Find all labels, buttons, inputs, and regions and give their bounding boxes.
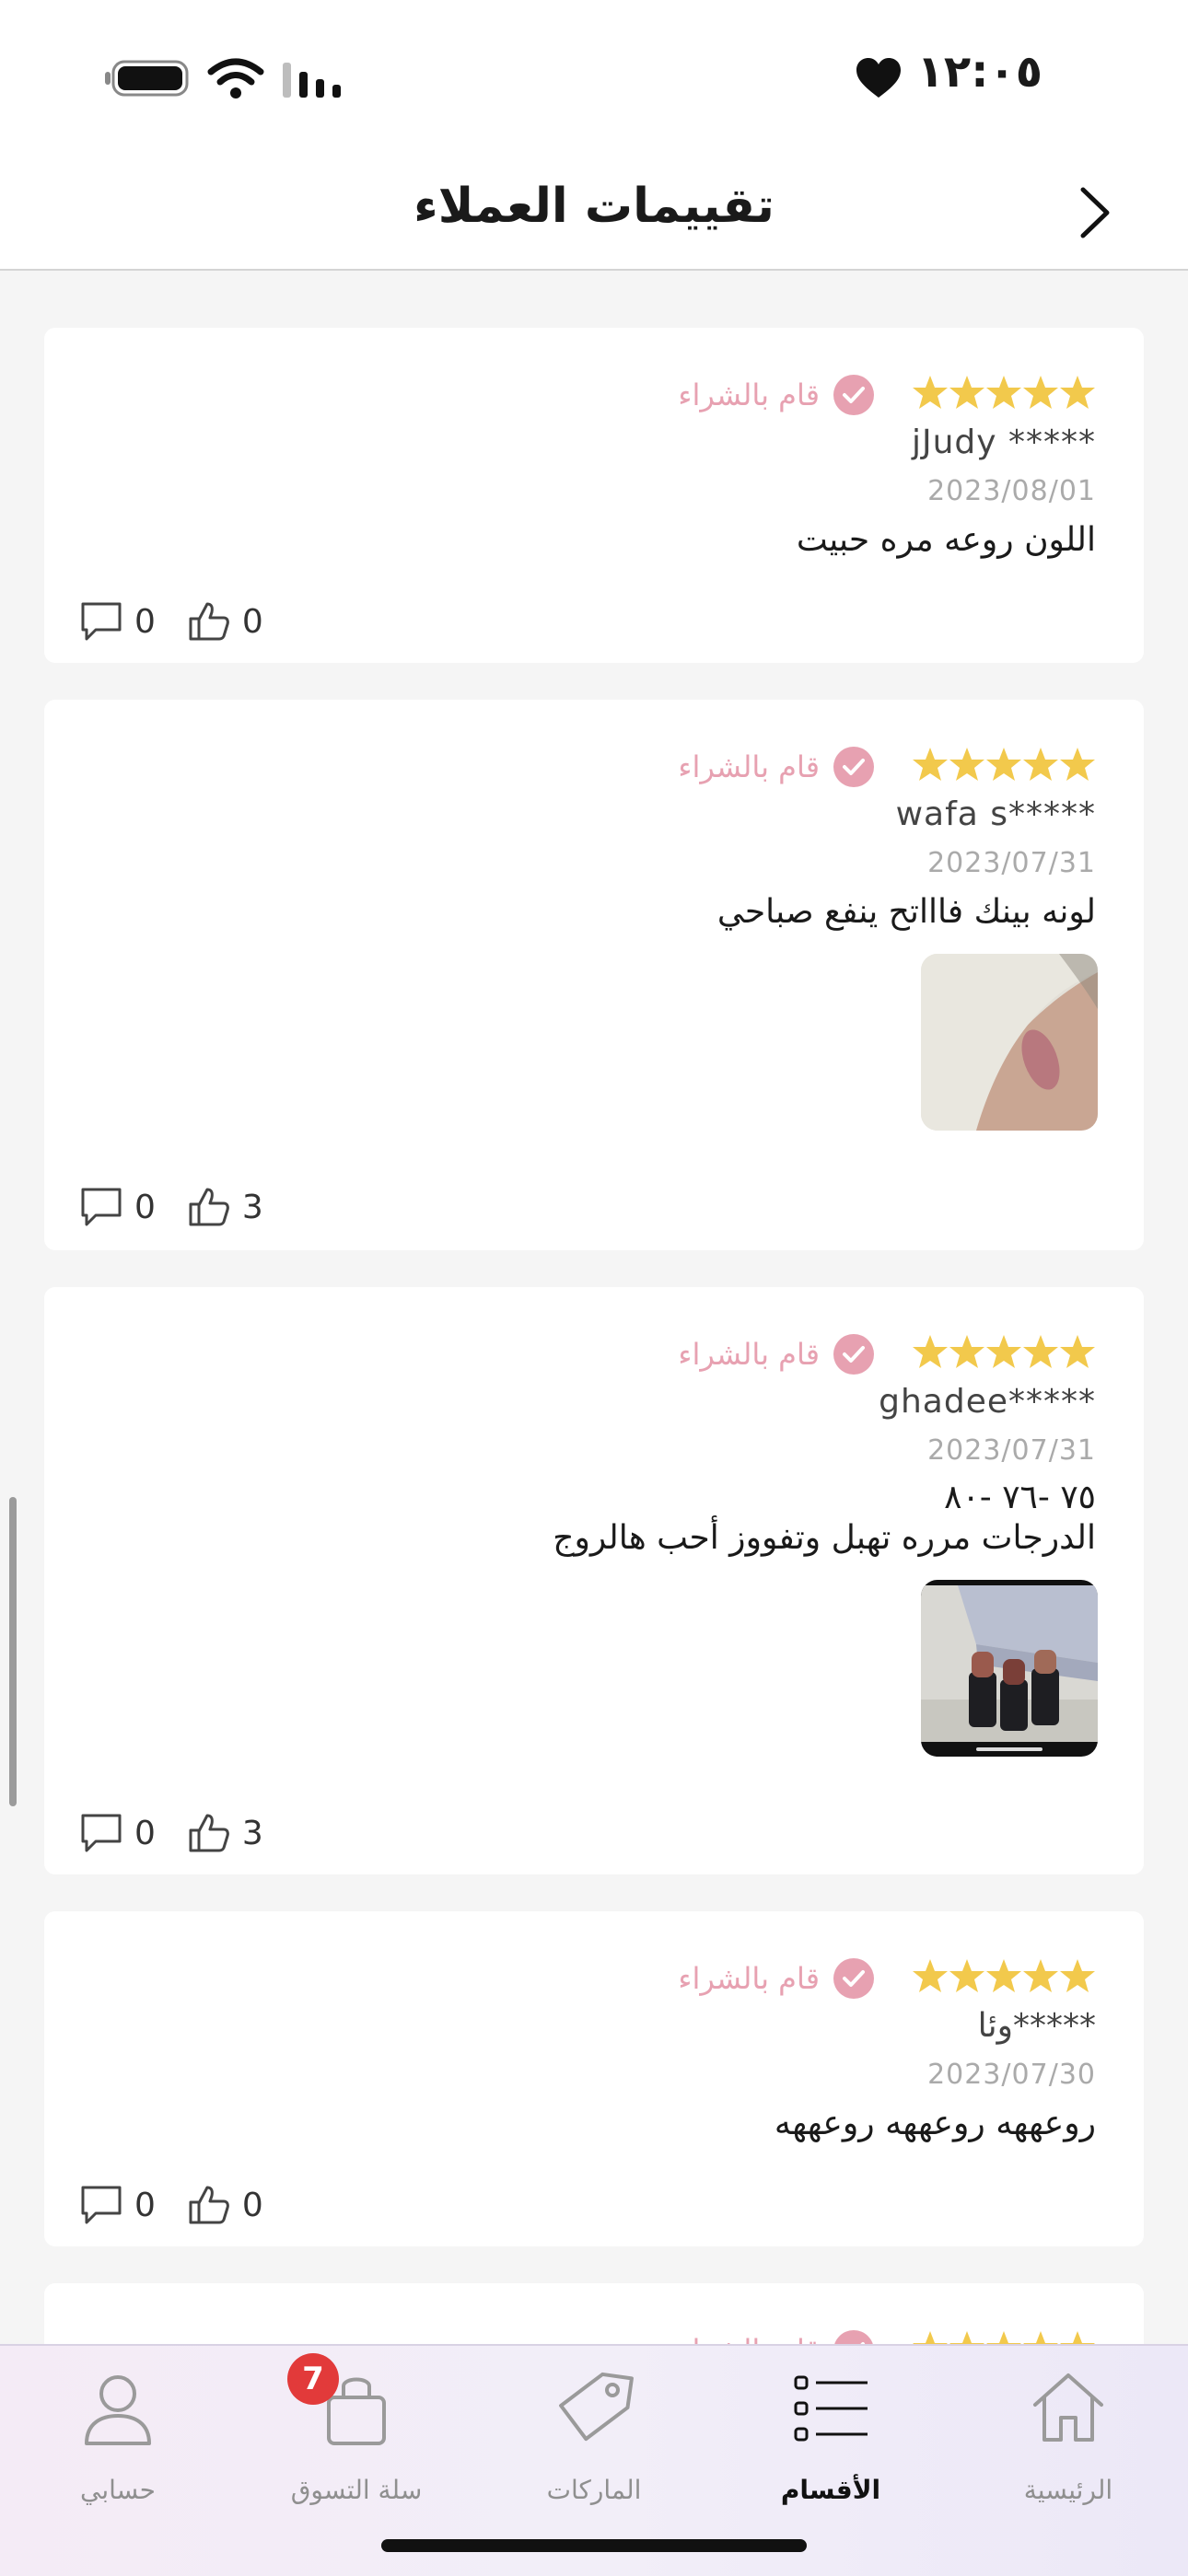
review-actions: 0 0: [79, 2182, 295, 2228]
comments-button[interactable]: 0: [79, 1186, 156, 1228]
review-card: قام بالشراء وئا***** 2023/07/30 روعههه ر…: [44, 1911, 1144, 2246]
review-text-line-1: ٧٥ -٧٦ -٨٠: [944, 1479, 1096, 1516]
review-photo[interactable]: [921, 1580, 1098, 1757]
arm-swatch-image: [921, 954, 1098, 1131]
user-icon: [85, 2375, 151, 2445]
tab-categories-label: الأقسام: [780, 2475, 881, 2505]
review-text: لونه بينك فاااتح ينفع صباحي: [716, 893, 1096, 931]
verified-label: قام بالشراء: [678, 1337, 820, 1372]
check-circle-icon: [833, 747, 874, 787]
comment-icon: [81, 2186, 122, 2224]
verified-purchase-badge: قام بالشراء: [678, 744, 875, 790]
reviewer-name: wafa s*****: [895, 795, 1096, 833]
battery-icon: [105, 60, 189, 97]
tab-categories[interactable]: الأقسام: [739, 2346, 923, 2530]
review-text-line-2: الدرجات مرره تهبل وتفووز أحب هالروج: [553, 1519, 1096, 1557]
reviewer-name: ghadee*****: [879, 1383, 1096, 1421]
tab-brands[interactable]: الماركات: [502, 2346, 686, 2530]
check-circle-icon: [833, 375, 874, 415]
tab-account-label: حسابي: [80, 2475, 156, 2505]
verified-purchase-badge: قام بالشراء: [678, 1955, 875, 2002]
verified-label: قام بالشراء: [678, 1961, 820, 1996]
review-card: قام بالشراء jJudy ***** 2023/08/01 اللون…: [44, 328, 1144, 663]
reviewer-name: jJudy *****: [911, 424, 1096, 461]
comments-button[interactable]: 0: [79, 600, 156, 643]
thumbs-up-icon: [189, 1188, 229, 1226]
tab-account[interactable]: حسابي: [26, 2346, 210, 2530]
tab-home-label: الرئيسية: [1023, 2475, 1113, 2505]
lipsticks-image: [921, 1580, 1098, 1757]
thumbs-up-icon: [189, 1814, 229, 1852]
review-text: اللون روعه مره حبيت: [796, 521, 1096, 559]
review-date: 2023/08/01: [927, 475, 1096, 507]
like-button[interactable]: 0: [187, 2184, 263, 2226]
review-actions: 0 0: [79, 598, 295, 644]
review-card: قام بالشراء ghadee***** 2023/07/31 ٧٥ -٧…: [44, 1287, 1144, 1874]
tab-cart-label: سلة التسوق: [290, 2475, 423, 2505]
status-bar: ١٢:٠٥: [0, 0, 1188, 157]
categories-icon: [794, 2375, 868, 2442]
page-title: تقييمات العملاء: [413, 179, 775, 234]
review-date: 2023/07/31: [927, 1434, 1096, 1467]
home-indicator[interactable]: [381, 2539, 807, 2552]
like-button[interactable]: 3: [187, 1186, 263, 1228]
verified-label: قام بالشراء: [678, 377, 820, 412]
verified-label: قام بالشراء: [678, 749, 820, 784]
scroll-indicator[interactable]: [9, 1497, 17, 1806]
thumbs-up-icon: [189, 602, 229, 641]
heart-icon: [856, 58, 901, 98]
verified-purchase-badge: قام بالشراء: [678, 1331, 875, 1377]
thumbs-up-icon: [189, 2186, 229, 2224]
reviewer-name: وئا*****: [977, 2007, 1096, 2045]
page-header: تقييمات العملاء: [0, 157, 1188, 271]
review-photo[interactable]: [921, 954, 1098, 1131]
review-date: 2023/07/31: [927, 847, 1096, 879]
like-button[interactable]: 3: [187, 1812, 263, 1854]
home-icon: [1033, 2373, 1103, 2442]
verified-purchase-badge: قام بالشراء: [678, 372, 875, 418]
cart-count-badge: 7: [287, 2353, 339, 2405]
comments-count: 0: [134, 1814, 156, 1852]
tag-icon: [559, 2372, 634, 2442]
review-actions: 0 3: [79, 1184, 295, 1230]
likes-count: 0: [241, 2186, 263, 2224]
tab-home[interactable]: الرئيسية: [976, 2346, 1160, 2530]
like-button[interactable]: 0: [187, 600, 263, 643]
signal-icon: [283, 63, 341, 98]
review-date: 2023/07/30: [927, 2059, 1096, 2091]
check-circle-icon: [833, 1334, 874, 1375]
star-rating: [913, 1959, 1095, 1992]
star-rating: [913, 748, 1095, 781]
status-time: ١٢:٠٥: [916, 46, 1042, 98]
comments-button[interactable]: 0: [79, 2184, 156, 2226]
star-rating: [913, 376, 1095, 409]
review-card: قام بالشراء wafa s***** 2023/07/31 لونه …: [44, 700, 1144, 1250]
comments-count: 0: [134, 2186, 156, 2224]
tab-brands-label: الماركات: [546, 2475, 642, 2505]
review-actions: 0 3: [79, 1810, 295, 1856]
comments-count: 0: [134, 1188, 156, 1226]
comment-icon: [81, 602, 122, 641]
comments-button[interactable]: 0: [79, 1812, 156, 1854]
comments-count: 0: [134, 602, 156, 641]
comment-icon: [81, 1814, 122, 1852]
star-rating: [913, 1335, 1095, 1368]
chevron-right-icon[interactable]: [1068, 180, 1124, 245]
review-text: روعههه روعههه روعههه: [774, 2105, 1096, 2142]
wifi-icon: [207, 58, 264, 99]
likes-count: 3: [241, 1188, 263, 1226]
likes-count: 0: [241, 602, 263, 641]
check-circle-icon: [833, 1958, 874, 1999]
comment-icon: [81, 1188, 122, 1226]
likes-count: 3: [241, 1814, 263, 1852]
